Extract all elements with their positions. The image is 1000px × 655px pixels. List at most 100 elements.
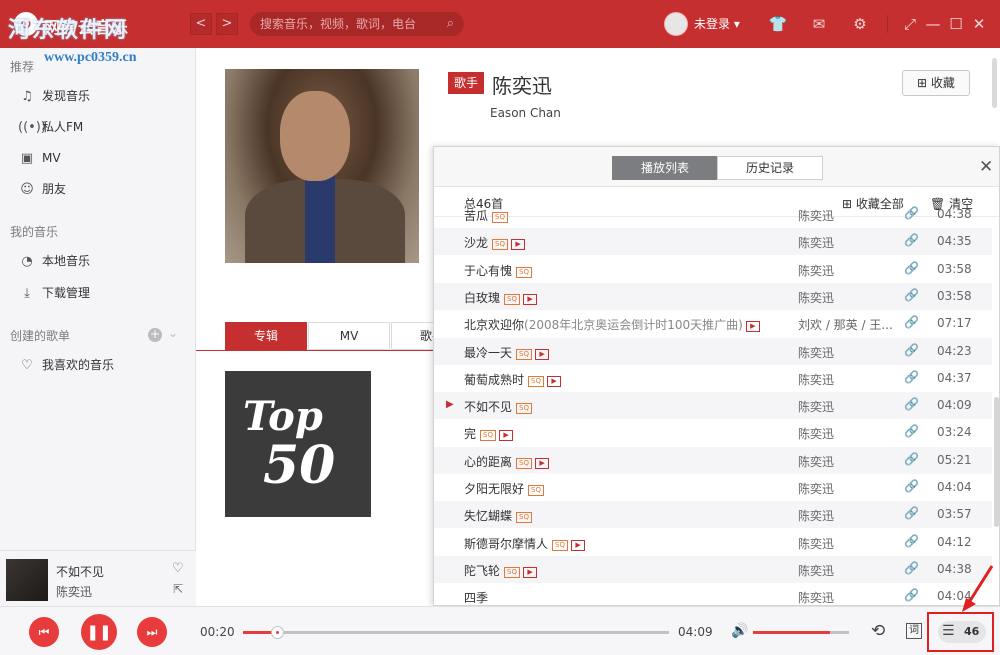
link-icon[interactable]: 🔗 xyxy=(904,343,919,357)
sidebar-item-local-music[interactable]: ◔ 本地音乐 xyxy=(18,251,90,271)
link-icon[interactable]: 🔗 xyxy=(904,479,919,493)
mv-badge-icon[interactable]: ▶ xyxy=(523,293,538,305)
link-icon[interactable]: 🔗 xyxy=(904,424,919,438)
playlist-row[interactable]: 于心有愧 SQ 陈奕迅 🔗 03:58 xyxy=(434,256,992,283)
loop-icon[interactable]: ⟲ xyxy=(871,621,885,641)
search-icon[interactable]: ⌕ xyxy=(447,12,454,36)
playlist-row[interactable]: 白玫瑰 SQ ▶ 陈奕迅 🔗 03:58 xyxy=(434,282,992,310)
mv-badge-icon[interactable]: ▶ xyxy=(535,348,550,360)
playlist-row[interactable]: 苦瓜 SQ 陈奕迅 🔗 04:38 xyxy=(434,201,992,228)
song-artist[interactable]: 陈奕迅 xyxy=(798,453,894,470)
playlist-row[interactable]: 斯德哥尔摩情人 SQ ▶ 陈奕迅 🔗 04:12 xyxy=(434,529,992,556)
sidebar-item-personal-fm[interactable]: ((•))私人FM xyxy=(18,117,83,137)
close-icon[interactable]: ✕ xyxy=(968,13,990,35)
chevron-down-icon[interactable]: ⌄ xyxy=(168,326,178,340)
mv-badge-icon[interactable]: ▶ xyxy=(745,321,760,333)
mini-mode-icon[interactable]: ⤢ xyxy=(899,13,921,35)
playlist-row[interactable]: 四季 陈奕迅 🔗 04:04 xyxy=(434,583,992,605)
skin-icon[interactable]: 👕 xyxy=(767,13,789,35)
tab-history[interactable]: 历史记录 xyxy=(717,156,823,180)
song-artist[interactable]: 刘欢 / 那英 / 王... xyxy=(798,316,894,333)
playlist-row[interactable]: 陀飞轮 SQ ▶ 陈奕迅 🔗 04:38 xyxy=(434,555,992,583)
song-title: 四季 xyxy=(464,589,488,605)
add-playlist-icon[interactable]: + xyxy=(148,328,162,342)
playlist-row[interactable]: 失忆蝴蝶 SQ 陈奕迅 🔗 03:57 xyxy=(434,501,992,529)
song-artist[interactable]: 陈奕迅 xyxy=(798,344,894,361)
next-track-button[interactable]: ⏭ xyxy=(137,617,167,647)
link-icon[interactable]: 🔗 xyxy=(904,561,919,575)
search-input[interactable]: 搜索音乐，视频，歌词，电台 ⌕ xyxy=(250,12,464,36)
link-icon[interactable]: 🔗 xyxy=(904,261,919,275)
previous-track-button[interactable]: ⏮ xyxy=(29,617,59,647)
now-playing-cover[interactable] xyxy=(6,559,48,601)
song-artist[interactable]: 陈奕迅 xyxy=(798,535,894,552)
pause-button[interactable]: ❚❚ xyxy=(81,614,117,650)
song-artist[interactable]: 陈奕迅 xyxy=(798,234,894,251)
song-artist[interactable]: 陈奕迅 xyxy=(798,480,894,497)
playlist-row[interactable]: 心的距离 SQ ▶ 陈奕迅 🔗 05:21 xyxy=(434,446,992,474)
tab-playlist[interactable]: 播放列表 xyxy=(612,156,718,180)
link-icon[interactable]: 🔗 xyxy=(904,452,919,466)
mv-badge-icon[interactable]: ▶ xyxy=(511,239,526,251)
mv-badge-icon[interactable]: ▶ xyxy=(547,375,562,387)
song-artist[interactable]: 陈奕迅 xyxy=(798,425,894,442)
song-artist[interactable]: 陈奕迅 xyxy=(798,589,894,605)
link-icon[interactable]: 🔗 xyxy=(904,534,919,548)
link-icon[interactable]: 🔗 xyxy=(904,288,919,302)
now-playing-artist[interactable]: 陈奕迅 xyxy=(56,583,92,600)
tab-albums[interactable]: 专辑 xyxy=(225,322,307,350)
lyrics-button[interactable]: 词 xyxy=(906,623,922,639)
song-artist[interactable]: 陈奕迅 xyxy=(798,562,894,579)
close-icon[interactable]: ✕ xyxy=(979,157,993,177)
link-icon[interactable]: 🔗 xyxy=(904,506,919,520)
mail-icon[interactable]: ✉ xyxy=(808,13,830,35)
sidebar-item-liked-music[interactable]: ♡ 我喜欢的音乐 xyxy=(18,355,114,375)
mv-badge-icon[interactable]: ▶ xyxy=(499,430,514,442)
volume-fill[interactable] xyxy=(753,631,830,634)
tab-mv[interactable]: MV xyxy=(308,322,390,350)
forward-button[interactable]: > xyxy=(216,13,238,35)
playlist-row[interactable]: 葡萄成熟时 SQ ▶ 陈奕迅 🔗 04:37 xyxy=(434,365,992,392)
volume-icon[interactable]: 🔊 xyxy=(731,623,748,639)
link-icon[interactable]: 🔗 xyxy=(904,588,919,602)
share-icon[interactable]: ⇱ xyxy=(173,582,183,596)
minimize-icon[interactable]: — xyxy=(922,13,944,35)
like-heart-icon[interactable]: ♡ xyxy=(172,561,184,576)
progress-track[interactable] xyxy=(243,631,669,634)
sidebar-item-mv[interactable]: ▣ MV xyxy=(18,148,61,168)
album-cover-top50[interactable]: Top 50 xyxy=(225,371,371,517)
mv-badge-icon[interactable]: ▶ xyxy=(523,566,538,578)
collect-artist-button[interactable]: ⊞ 收藏 xyxy=(902,70,970,96)
mv-badge-icon[interactable]: ▶ xyxy=(535,457,550,469)
link-icon[interactable]: 🔗 xyxy=(904,315,919,329)
maximize-icon[interactable]: ☐ xyxy=(945,13,967,35)
link-icon[interactable]: 🔗 xyxy=(904,233,919,247)
playlist-row[interactable]: 完 SQ ▶ 陈奕迅 🔗 03:24 xyxy=(434,419,992,446)
sidebar-item-discover-music[interactable]: ♫ 发现音乐 xyxy=(18,86,90,106)
user-avatar[interactable] xyxy=(664,12,688,36)
progress-handle[interactable] xyxy=(271,626,284,639)
link-icon[interactable]: 🔗 xyxy=(904,370,919,384)
song-artist[interactable]: 陈奕迅 xyxy=(798,289,894,306)
login-status[interactable]: 未登录 ▾ xyxy=(694,15,740,32)
song-artist[interactable]: 陈奕迅 xyxy=(798,207,894,224)
playlist-row[interactable]: 最冷一天 SQ ▶ 陈奕迅 🔗 04:23 xyxy=(434,337,992,365)
song-artist[interactable]: 陈奕迅 xyxy=(798,371,894,388)
song-artist[interactable]: 陈奕迅 xyxy=(798,262,894,279)
playlist-row[interactable]: ▶ 不如不见 SQ 陈奕迅 🔗 04:09 xyxy=(434,392,992,420)
sidebar-item-downloads[interactable]: ⤓ 下载管理 xyxy=(18,283,90,303)
sidebar-item-friends[interactable]: ☺ 朋友 xyxy=(18,179,66,199)
playlist-scrollbar[interactable] xyxy=(994,397,999,527)
playlist-row[interactable]: 北京欢迎你(2008年北京奥运会倒计时100天推广曲) ▶ 刘欢 / 那英 / 王.… xyxy=(434,310,992,337)
main-scrollbar[interactable] xyxy=(992,58,997,108)
song-artist[interactable]: 陈奕迅 xyxy=(798,398,894,415)
playlist-row[interactable]: 沙龙 SQ ▶ 陈奕迅 🔗 04:35 xyxy=(434,228,992,256)
back-button[interactable]: < xyxy=(190,13,212,35)
link-icon[interactable]: 🔗 xyxy=(904,206,919,220)
playlist-row[interactable]: 夕阳无限好 SQ 陈奕迅 🔗 04:04 xyxy=(434,474,992,501)
mv-badge-icon[interactable]: ▶ xyxy=(571,539,586,551)
settings-gear-icon[interactable]: ⚙ xyxy=(849,13,871,35)
now-playing-card[interactable]: 不如不见 陈奕迅 ♡ ⇱ xyxy=(0,550,196,606)
link-icon[interactable]: 🔗 xyxy=(904,397,919,411)
song-artist[interactable]: 陈奕迅 xyxy=(798,507,894,524)
